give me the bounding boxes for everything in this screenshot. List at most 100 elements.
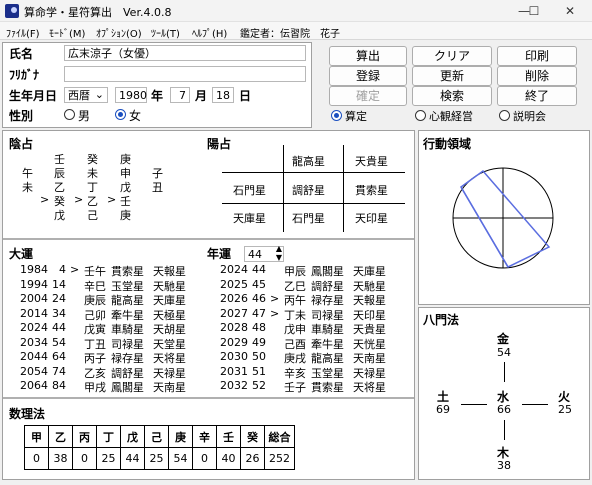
suuri-header-cell: 壬 [216,425,241,448]
nenun-arrow: > [270,306,280,320]
mode-calc-radio[interactable] [331,110,342,121]
taiun-year: 2064 [20,379,48,392]
taiun-age: 14 [52,277,66,291]
suuri-header-cell: 総合 [264,425,295,448]
hachimon-title: 八門法 [423,313,460,327]
nenun-year: 2029 [220,335,248,349]
suuri-header-cell: 癸 [240,425,265,448]
nenun-age: 50 [252,350,266,363]
year-unit: 年 [151,89,164,103]
female-label: 女 [129,109,142,123]
taiun-age: 34 [52,306,66,320]
yousen-north-east: 天貴星 [355,155,388,168]
taiun-year: 2034 [20,335,48,349]
yousen-title: 陽占 [207,137,232,151]
male-radio[interactable] [64,109,75,120]
taiun-age: 4 [59,263,66,276]
yousen-hline-1 [222,172,405,173]
nenun-year: 2024 [220,263,248,276]
suuri-title: 数理法 [9,407,46,421]
menu-option[interactable]: ｵﾌﾟｼｮﾝ(O) [96,25,142,40]
month-input[interactable]: 7 [170,87,190,103]
name-label: 氏名 [9,47,34,61]
taiun-year: 2044 [20,350,48,363]
taiun-year: 2054 [20,364,48,378]
inyo-cell: > [40,193,50,206]
mode-kanshin-radio[interactable] [415,110,426,121]
calc-button[interactable]: 算出 [329,46,407,66]
nenun-arrow: > [270,292,280,305]
nenun-age: 52 [252,379,266,392]
hachimon-line-n [504,362,505,382]
exit-button[interactable]: 終了 [497,86,577,106]
nenun-age: 46 [252,292,266,305]
suuri-value-cell: 0 [192,447,217,470]
nenun-title: 年運 [207,247,232,261]
inyo-cell: 己 [87,209,98,222]
nenun-year: 2030 [220,350,248,363]
taiun-age: 54 [52,335,66,349]
day-input[interactable]: 18 [212,87,234,103]
app-icon [5,4,19,18]
taiun-age: 74 [52,364,66,378]
kana-input[interactable] [64,66,306,82]
print-button[interactable]: 印刷 [497,46,577,66]
nenun-age: 47 [252,306,266,320]
suuri-value-cell: 25 [96,447,121,470]
female-radio[interactable] [115,109,126,120]
menu-tool[interactable]: ﾂｰﾙ(T) [151,25,180,40]
inyo-title: 陰占 [9,137,34,151]
suuri-value-cell: 54 [168,447,193,470]
yousen-south: 石門星 [292,212,325,225]
suuri-header-cell: 甲 [24,425,49,448]
taiun-title: 大運 [9,247,34,261]
update-button[interactable]: 更新 [412,66,492,86]
day-unit: 日 [239,89,252,103]
nenun-age: 44 [252,263,266,276]
era-select[interactable]: 西暦 ⌄ [64,87,108,103]
suuri-value-cell: 38 [48,447,73,470]
taiun-age: 64 [52,350,66,363]
nenun-star2: 天将星 [353,381,386,394]
inyo-cell: 未 [22,181,33,194]
koudou-diagonal [460,186,509,268]
nenun-age-spinner[interactable]: 44 ▲ ▼ [244,244,284,262]
taiun-year: 2004 [20,292,48,305]
yousen-vline-2 [343,145,344,232]
koudou-chart [452,167,554,269]
hachimon-center-value: 66 [497,403,511,416]
suuri-header-cell: 庚 [168,425,193,448]
yousen-vline-1 [283,145,284,232]
taiun-age: 44 [52,321,66,334]
suuri-value-cell: 0 [24,447,49,470]
suuri-value-cell: 252 [264,447,295,470]
hachimon-east-value: 25 [558,403,572,416]
confirm-button[interactable]: 確定 [329,86,407,106]
inyo-cell: > [107,193,117,206]
nenun-year: 2026 [220,292,248,305]
register-button[interactable]: 登録 [329,66,407,86]
close-button[interactable]: ✕ [548,1,592,21]
search-button[interactable]: 検索 [412,86,492,106]
menu-mode[interactable]: ﾓｰﾄﾞ(M) [49,25,85,40]
inyo-cell: 丑 [152,181,163,194]
hachimon-west-value: 69 [436,403,450,416]
suuri-header-cell: 丁 [96,425,121,448]
suuri-value-cell: 40 [216,447,241,470]
taiun-year: 2014 [20,306,48,320]
delete-button[interactable]: 削除 [497,66,577,86]
divider-2 [3,397,414,399]
window-title: 算命学・星符算出 Ver.4.0.8 [24,6,172,19]
sex-label: 性別 [9,109,34,123]
clear-button[interactable]: クリア [412,46,492,66]
spinner-arrows-icon: ▲ ▼ [275,244,282,262]
nenun-age: 51 [252,364,266,378]
name-input[interactable]: 広末涼子（女優） [64,45,306,61]
koudou-polygon [460,169,551,268]
menu-help[interactable]: ﾍﾙﾌﾟ(H) [192,25,227,40]
hachimon-north-value: 54 [497,346,511,359]
nenun-star1: 貫索星 [311,381,344,394]
menu-file[interactable]: ﾌｧｲﾙ(F) [6,25,40,40]
year-input[interactable]: 1980 [115,87,147,103]
mode-seminar-radio[interactable] [499,110,510,121]
